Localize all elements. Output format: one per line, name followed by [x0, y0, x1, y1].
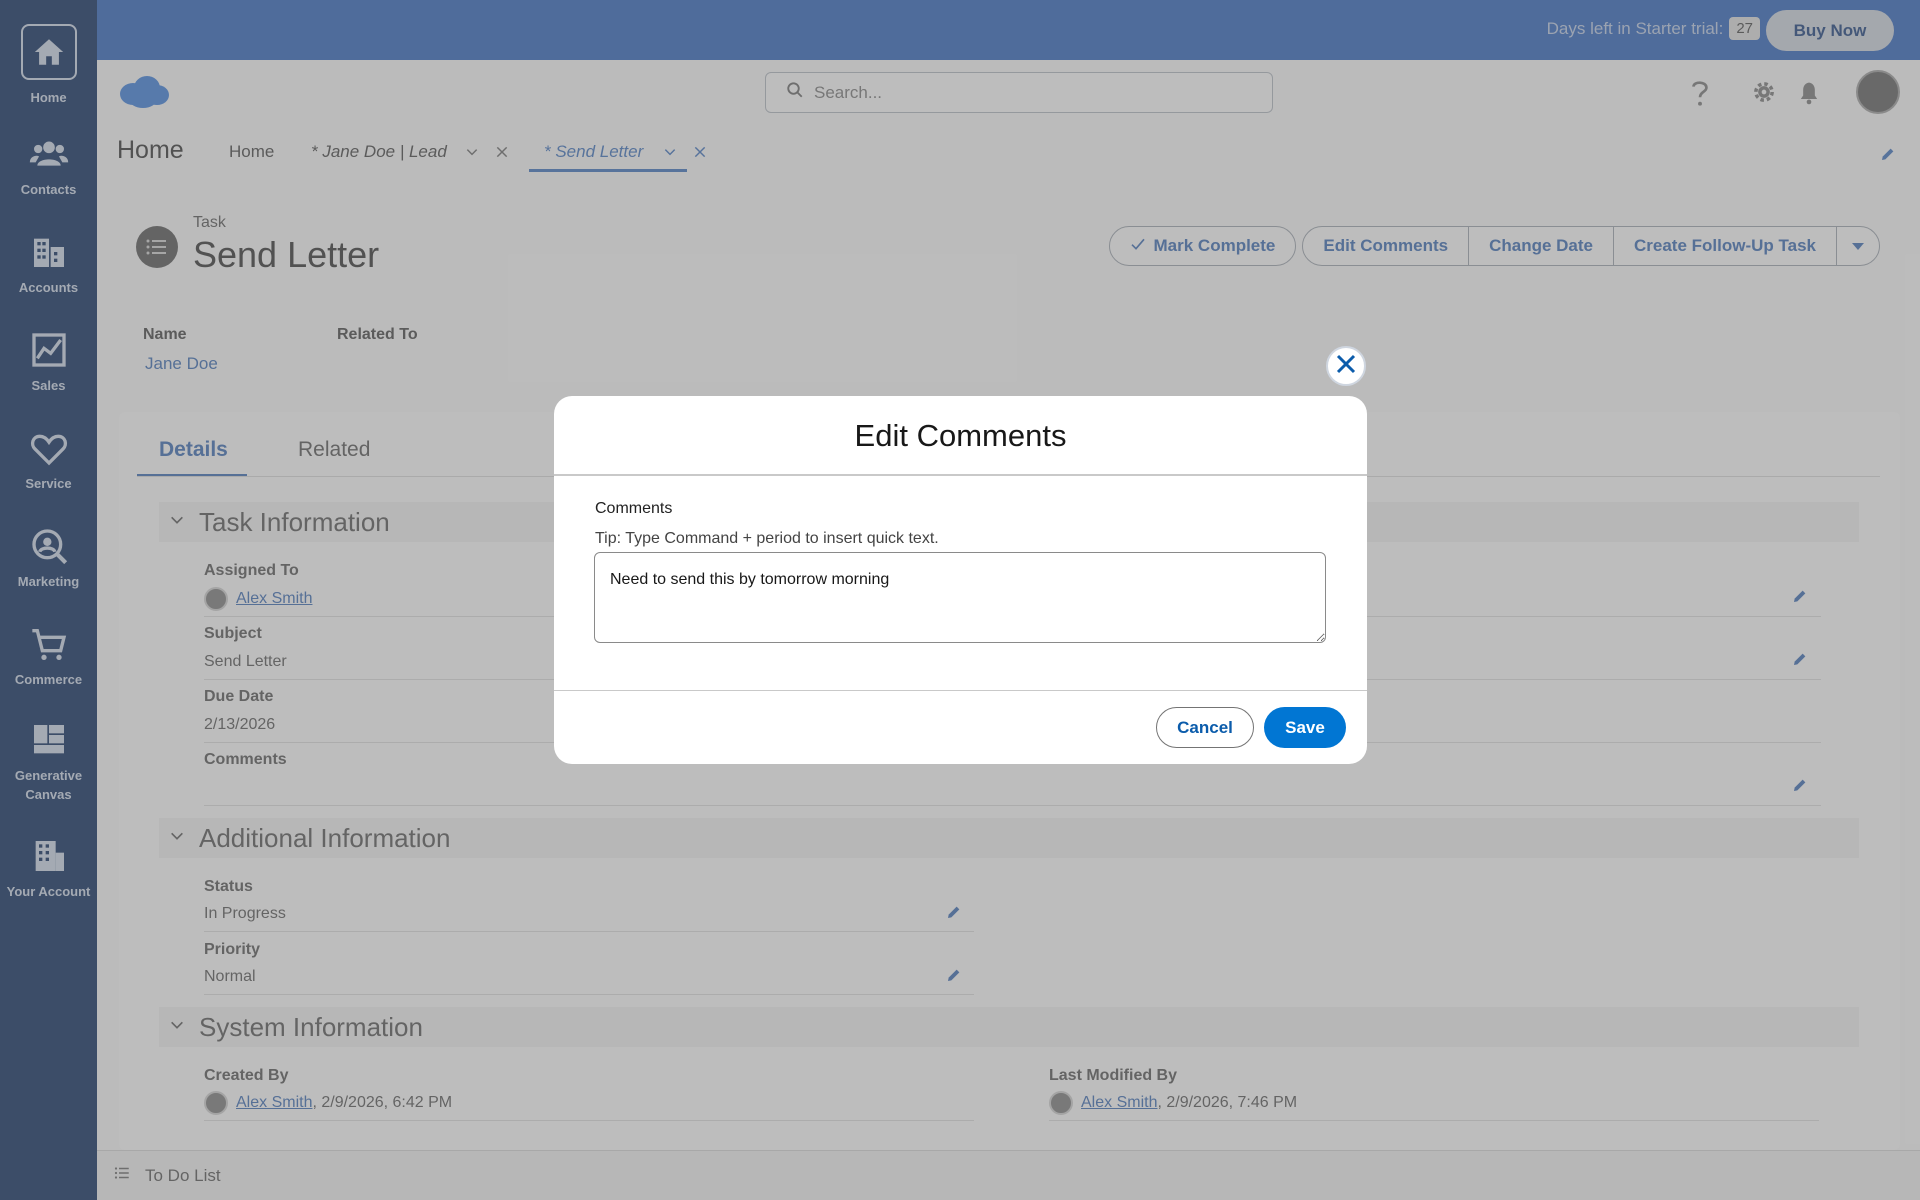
comments-textarea[interactable]: Need to send this by tomorrow morning: [594, 552, 1326, 643]
quick-text-tip: Tip: Type Command + period to insert qui…: [595, 530, 939, 547]
divider: [554, 474, 1367, 476]
close-icon: [1334, 352, 1358, 381]
divider: [554, 690, 1367, 691]
modal-close-button[interactable]: [1326, 346, 1366, 386]
comments-field-label: Comments: [595, 500, 673, 517]
edit-comments-modal: Edit Comments Comments Tip: Type Command…: [554, 396, 1367, 764]
modal-title: Edit Comments: [854, 418, 1067, 453]
cancel-button[interactable]: Cancel: [1156, 707, 1254, 748]
save-button[interactable]: Save: [1264, 707, 1346, 748]
